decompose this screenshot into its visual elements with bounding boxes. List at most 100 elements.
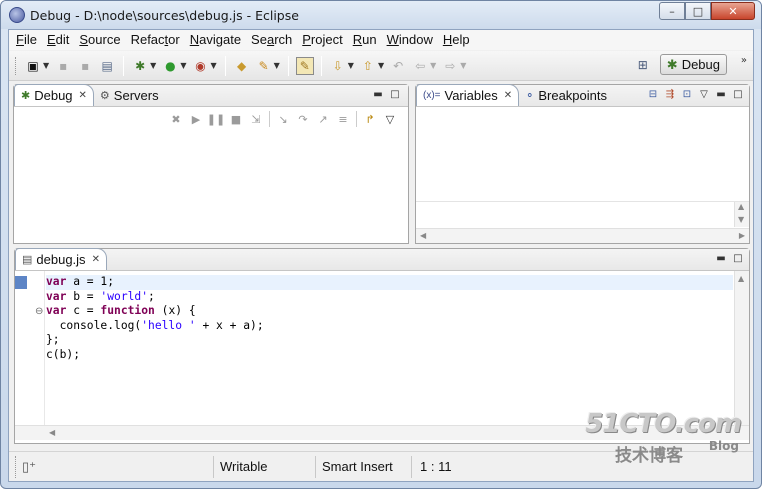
close-icon[interactable]: ✕ (504, 90, 512, 101)
tab-debug[interactable]: ✱ Debug ✕ (14, 84, 94, 106)
drop-to-frame-icon[interactable]: ≡ (335, 111, 351, 127)
code-line[interactable]: }; (46, 333, 60, 348)
new-icon[interactable]: ▣ (24, 57, 42, 75)
open-type-icon[interactable]: ◆ (233, 57, 251, 75)
menu-item[interactable]: Navigate (185, 30, 246, 50)
menu-item[interactable]: Refactor (126, 30, 185, 50)
close-icon[interactable]: ✕ (92, 254, 100, 265)
save-icon[interactable]: ▪ (54, 57, 72, 75)
menu-item[interactable]: Run (348, 30, 382, 50)
code-line[interactable]: console.log('hello ' + x + a); (46, 319, 264, 334)
tab-variables[interactable]: (x)= Variables ✕ (416, 84, 520, 106)
code-line[interactable]: c(b); (46, 348, 80, 363)
step-into-icon[interactable]: ↘ (275, 111, 291, 127)
editor-vertical-scrollbar[interactable]: ▲ (734, 271, 749, 425)
menu-item[interactable]: Edit (42, 30, 74, 50)
external-tools-icon[interactable]: ◉ (191, 57, 209, 75)
debug-dropdown-icon[interactable]: ▼ (150, 61, 156, 70)
tab-label: Servers (113, 88, 159, 103)
back-dropdown-icon[interactable]: ▼ (430, 61, 436, 70)
view-menu-icon[interactable]: ▽ (697, 88, 711, 100)
title-bar[interactable]: Debug - D:\node\sources\debug.js - Eclip… (1, 1, 761, 29)
toggle-mark-occurrences-icon[interactable]: ✎ (295, 56, 314, 75)
search-pen-icon[interactable]: ✎ (255, 57, 273, 75)
variables-horizontal-scrollbar[interactable]: ◀ ▶ (416, 228, 749, 243)
toolbar-separator (320, 55, 322, 76)
terminate-icon[interactable]: ■ (228, 111, 244, 127)
run-dropdown-icon[interactable]: ▼ (180, 61, 186, 70)
show-logical-structure-icon[interactable]: ⇶ (663, 88, 677, 100)
code-line[interactable]: var c = function (x) { (46, 304, 196, 319)
tab-breakpoints[interactable]: ⚬ Breakpoints (519, 85, 613, 106)
menu-item[interactable]: File (11, 30, 42, 50)
scroll-down-icon[interactable]: ▼ (738, 215, 744, 224)
more-perspectives-chevron[interactable]: » (741, 55, 747, 66)
menu-item[interactable]: Help (438, 30, 475, 50)
current-line-marker (15, 276, 27, 289)
scroll-left-icon[interactable]: ◀ (420, 231, 426, 240)
workbench: File Edit Source Refactor Navigate Search Proj… (8, 29, 754, 482)
menu-item[interactable]: Project (297, 30, 347, 50)
open-perspective-icon[interactable]: ⊞ (634, 56, 652, 74)
minimize-view-icon[interactable]: ▬ (714, 88, 728, 100)
variables-detail-vertical-scrollbar[interactable]: ▲ ▼ (734, 202, 749, 227)
save-all-icon[interactable]: ▪ (76, 57, 94, 75)
fold-collapse-icon[interactable]: ⊖ (35, 306, 43, 317)
minimize-view-icon[interactable]: ▬ (371, 88, 385, 100)
scroll-up-icon[interactable]: ▲ (738, 202, 744, 211)
previous-annotation-icon[interactable]: ⇧ (359, 57, 377, 75)
run-icon[interactable]: ● (161, 57, 179, 75)
view-controls: ▬ □ (711, 252, 745, 264)
print-icon[interactable]: ▤ (98, 57, 116, 75)
next-annotation-dropdown-icon[interactable]: ▼ (348, 61, 354, 70)
menu-item[interactable]: Source (74, 30, 125, 50)
menu-item[interactable]: Search (246, 30, 297, 50)
fast-view-icon[interactable]: ▯⁺ (15, 455, 213, 478)
minimize-button[interactable]: – (659, 2, 685, 20)
scroll-left-icon[interactable]: ◀ (49, 428, 55, 437)
show-type-names-icon[interactable]: ⊟ (646, 88, 660, 100)
code-line[interactable]: var b = 'world'; (46, 290, 155, 305)
breakpoints-icon: ⚬ (525, 90, 535, 102)
previous-annotation-dropdown-icon[interactable]: ▼ (378, 61, 384, 70)
scroll-right-icon[interactable]: ▶ (739, 231, 745, 240)
view-menu-icon[interactable]: ▽ (382, 111, 398, 127)
maximize-button[interactable]: □ (685, 2, 711, 20)
tab-debug-js[interactable]: ▤ debug.js ✕ (15, 248, 107, 270)
toolbar-grip[interactable] (15, 56, 18, 75)
debug-bug-icon[interactable]: ✱ (131, 57, 149, 75)
search-dropdown-icon[interactable]: ▼ (274, 61, 280, 70)
forward-icon[interactable]: ⇨ (441, 57, 459, 75)
status-cursor-position: 1 : 11 (411, 455, 481, 478)
editor-gutter[interactable]: ⊖ (15, 271, 45, 425)
code-line[interactable]: var a = 1; (46, 275, 733, 290)
step-over-icon[interactable]: ↷ (295, 111, 311, 127)
close-button[interactable]: ✕ (711, 2, 755, 20)
maximize-view-icon[interactable]: □ (731, 252, 745, 264)
disconnect-icon[interactable]: ⇲ (248, 111, 264, 127)
collapse-all-icon[interactable]: ⊡ (680, 88, 694, 100)
menu-item[interactable]: Window (382, 30, 438, 50)
variables-detail-divider[interactable] (416, 201, 749, 202)
next-annotation-icon[interactable]: ⇩ (329, 57, 347, 75)
last-edit-location-icon[interactable]: ↶ (389, 57, 407, 75)
remove-terminated-icon[interactable]: ✖ (168, 111, 184, 127)
close-icon[interactable]: ✕ (79, 90, 87, 101)
use-step-filters-icon[interactable]: ↱ (362, 111, 378, 127)
suspend-icon[interactable]: ❚❚ (207, 111, 225, 127)
scroll-up-icon[interactable]: ▲ (738, 274, 744, 283)
step-return-icon[interactable]: ↗ (315, 111, 331, 127)
debug-perspective-button[interactable]: ✱ Debug (659, 54, 727, 75)
external-tools-dropdown-icon[interactable]: ▼ (210, 61, 216, 70)
new-dropdown-icon[interactable]: ▼ (43, 61, 49, 70)
tab-label: Variables (444, 88, 498, 103)
code-editor[interactable]: ⊖ var a = 1; var b = 'world'; var c = func… (15, 271, 733, 425)
tab-servers[interactable]: ⚙ Servers (94, 85, 165, 106)
minimize-view-icon[interactable]: ▬ (714, 252, 728, 264)
forward-dropdown-icon[interactable]: ▼ (460, 61, 466, 70)
back-icon[interactable]: ⇦ (411, 57, 429, 75)
maximize-view-icon[interactable]: □ (388, 88, 402, 100)
eclipse-logo-icon (9, 7, 25, 23)
resume-icon[interactable]: ▶ (188, 111, 204, 127)
maximize-view-icon[interactable]: □ (731, 88, 745, 100)
